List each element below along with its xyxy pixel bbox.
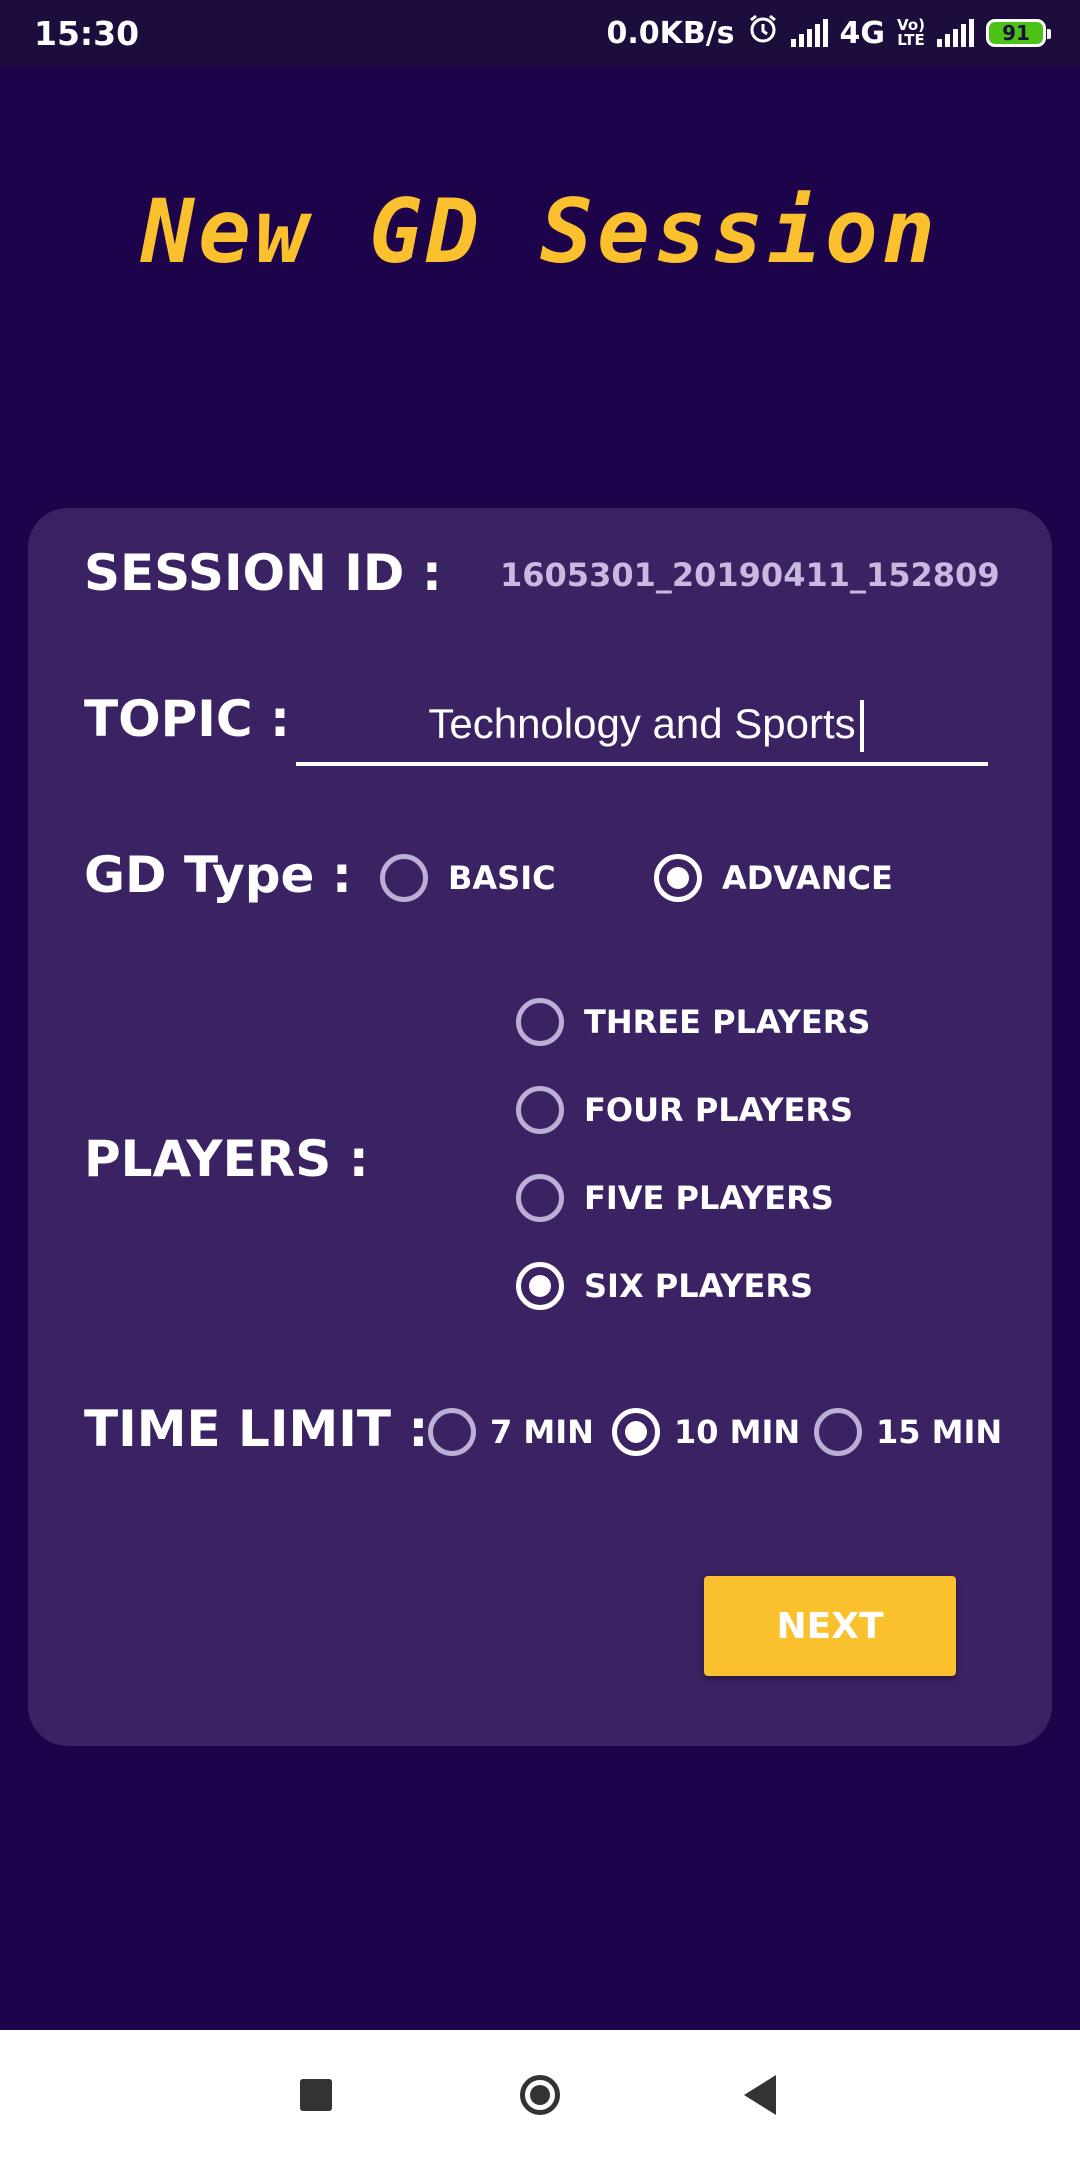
radio-icon (380, 854, 428, 902)
network-type: 4G (839, 15, 886, 51)
volte-label-bottom: LTE (897, 31, 925, 49)
time-15-min-radio[interactable]: 15 MIN (814, 1408, 1002, 1456)
radio-icon (428, 1408, 476, 1456)
gd-type-advance-label: ADVANCE (722, 859, 893, 897)
gd-type-label: GD Type : (84, 846, 352, 904)
radio-checked-icon (654, 854, 702, 902)
signal-icon (790, 19, 828, 47)
status-time: 15:30 (34, 14, 140, 53)
status-icons: 0.0KB/s 4G Vo) LTE 91 (606, 12, 1051, 54)
session-id-value: 1605301_20190411_152809 (500, 556, 1000, 594)
radio-icon (516, 1086, 564, 1134)
session-id-label: SESSION ID : (84, 544, 442, 602)
time-limit-label: TIME LIMIT : (84, 1400, 429, 1458)
players-four-radio[interactable]: FOUR PLAYERS (516, 1086, 853, 1134)
gd-type-advance-radio[interactable]: ADVANCE (654, 854, 893, 902)
navigation-bar (0, 2030, 1080, 2160)
players-six-label: SIX PLAYERS (584, 1267, 814, 1305)
radio-checked-icon (612, 1408, 660, 1456)
battery-icon: 91 (986, 19, 1051, 47)
players-four-label: FOUR PLAYERS (584, 1091, 854, 1129)
time-10-min-radio[interactable]: 10 MIN (612, 1408, 800, 1456)
recents-icon (300, 2079, 332, 2111)
volte-icon: Vo) LTE (897, 18, 925, 48)
battery-level: 91 (1002, 21, 1030, 45)
gd-type-basic-label: BASIC (448, 859, 556, 897)
back-icon (744, 2075, 776, 2115)
players-label: PLAYERS : (84, 1130, 369, 1188)
next-button[interactable]: NEXT (704, 1576, 956, 1676)
gd-type-basic-radio[interactable]: BASIC (380, 854, 556, 902)
signal-icon (937, 19, 974, 47)
topic-label: TOPIC : (84, 690, 290, 748)
players-six-radio[interactable]: SIX PLAYERS (516, 1262, 813, 1310)
alarm-icon (747, 13, 779, 53)
text-cursor (860, 700, 864, 752)
players-five-radio[interactable]: FIVE PLAYERS (516, 1174, 834, 1222)
session-form-card: SESSION ID : 1605301_20190411_152809 TOP… (28, 508, 1052, 1746)
radio-icon (814, 1408, 862, 1456)
home-icon (520, 2075, 560, 2115)
time-7-min-radio[interactable]: 7 MIN (428, 1408, 594, 1456)
topic-input[interactable] (296, 686, 988, 766)
radio-icon (516, 998, 564, 1046)
page-title: New GD Session (141, 180, 939, 283)
status-bar: 15:30 0.0KB/s 4G Vo) LTE 91 (0, 0, 1080, 66)
radio-icon (516, 1174, 564, 1222)
home-button[interactable] (480, 2030, 600, 2160)
time-10-min-label: 10 MIN (674, 1413, 801, 1451)
players-five-label: FIVE PLAYERS (584, 1179, 834, 1217)
players-three-radio[interactable]: THREE PLAYERS (516, 998, 870, 1046)
back-button[interactable] (700, 2030, 820, 2160)
players-three-label: THREE PLAYERS (584, 1003, 871, 1041)
radio-checked-icon (516, 1262, 564, 1310)
time-15-min-label: 15 MIN (876, 1413, 1003, 1451)
network-speed: 0.0KB/s (606, 15, 735, 51)
recents-button[interactable] (256, 2030, 376, 2160)
time-7-min-label: 7 MIN (490, 1413, 594, 1451)
